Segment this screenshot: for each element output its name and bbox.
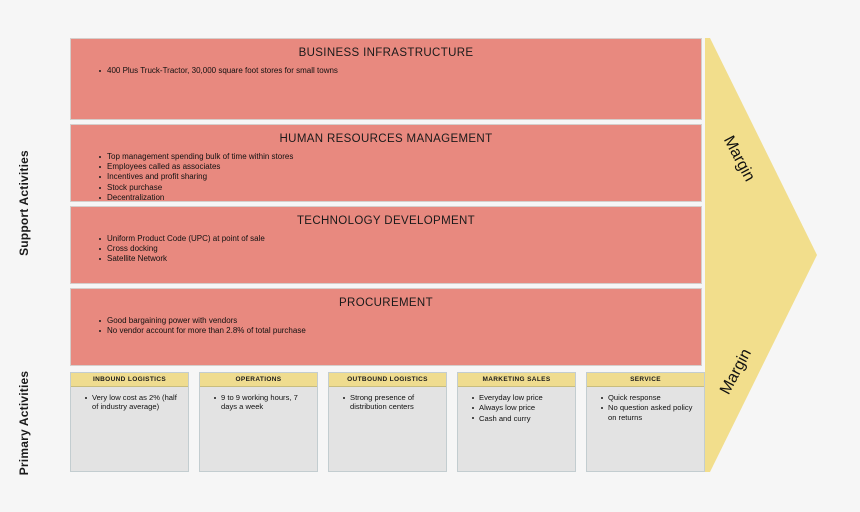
band-list-item: Satellite Network <box>99 254 701 264</box>
card-list-item: Always low price <box>472 403 571 412</box>
card-list-item: 9 to 9 working hours, 7 days a week <box>214 393 313 412</box>
margin-arrow-shape <box>705 38 817 472</box>
primary-card-operations[interactable]: OPERATIONS 9 to 9 working hours, 7 days … <box>199 372 318 472</box>
band-list-item: Good bargaining power with vendors <box>99 316 701 326</box>
band-title: TECHNOLOGY DEVELOPMENT <box>296 215 476 227</box>
band-list-item: Uniform Product Code (UPC) at point of s… <box>99 234 701 244</box>
card-title: SERVICE <box>587 373 704 387</box>
band-list-item: Incentives and profit sharing <box>99 172 701 182</box>
support-band-human-resources-management[interactable]: HUMAN RESOURCES MANAGEMENT Top managemen… <box>70 124 702 202</box>
card-item-list: Quick response No question asked policy … <box>587 393 704 422</box>
band-list-item: 400 Plus Truck-Tractor, 30,000 square fo… <box>99 66 701 76</box>
card-title: OPERATIONS <box>200 373 317 387</box>
primary-card-outbound-logistics[interactable]: OUTBOUND LOGISTICS Strong presence of di… <box>328 372 447 472</box>
card-list-item: Quick response <box>601 393 700 402</box>
band-list-item: Top management spending bulk of time wit… <box>99 152 701 162</box>
band-title: HUMAN RESOURCES MANAGEMENT <box>279 133 493 145</box>
band-title: PROCUREMENT <box>339 297 433 309</box>
band-item-list: 400 Plus Truck-Tractor, 30,000 square fo… <box>71 66 701 76</box>
band-list-item: Stock purchase <box>99 183 701 193</box>
card-title: INBOUND LOGISTICS <box>71 373 188 387</box>
card-list-item: Cash and curry <box>472 414 571 423</box>
primary-activities-label: Primary Activities <box>17 370 31 476</box>
primary-card-inbound-logistics[interactable]: INBOUND LOGISTICS Very low cost as 2% (h… <box>70 372 189 472</box>
support-activities-label: Support Activities <box>17 150 31 256</box>
primary-card-marketing-sales[interactable]: MARKETING SALES Everyday low price Alway… <box>457 372 576 472</box>
band-list-item: Employees called as associates <box>99 162 701 172</box>
band-list-item: Cross docking <box>99 244 701 254</box>
card-list-item: Strong presence of distribution centers <box>343 393 442 412</box>
support-band-technology-development[interactable]: TECHNOLOGY DEVELOPMENT Uniform Product C… <box>70 206 702 284</box>
band-item-list: Top management spending bulk of time wit… <box>71 152 701 203</box>
card-title: OUTBOUND LOGISTICS <box>329 373 446 387</box>
band-list-item: Decentralization <box>99 193 701 203</box>
band-list-item: No vendor account for more than 2.8% of … <box>99 326 701 336</box>
card-item-list: Very low cost as 2% (half of industry av… <box>71 393 188 412</box>
card-list-item: No question asked policy on returns <box>601 403 700 422</box>
card-item-list: Everyday low price Always low price Cash… <box>458 393 575 423</box>
support-band-business-infrastructure[interactable]: BUSINESS INFRASTRUCTURE 400 Plus Truck-T… <box>70 38 702 120</box>
card-list-item: Very low cost as 2% (half of industry av… <box>85 393 184 412</box>
band-item-list: Uniform Product Code (UPC) at point of s… <box>71 234 701 265</box>
card-list-item: Everyday low price <box>472 393 571 402</box>
band-title: BUSINESS INFRASTRUCTURE <box>298 47 474 59</box>
support-band-procurement[interactable]: PROCUREMENT Good bargaining power with v… <box>70 288 702 366</box>
band-item-list: Good bargaining power with vendors No ve… <box>71 316 701 336</box>
value-chain-diagram: Support Activities Primary Activities BU… <box>0 0 860 512</box>
primary-card-service[interactable]: SERVICE Quick response No question asked… <box>586 372 705 472</box>
card-item-list: Strong presence of distribution centers <box>329 393 446 412</box>
card-title: MARKETING SALES <box>458 373 575 387</box>
card-item-list: 9 to 9 working hours, 7 days a week <box>200 393 317 412</box>
